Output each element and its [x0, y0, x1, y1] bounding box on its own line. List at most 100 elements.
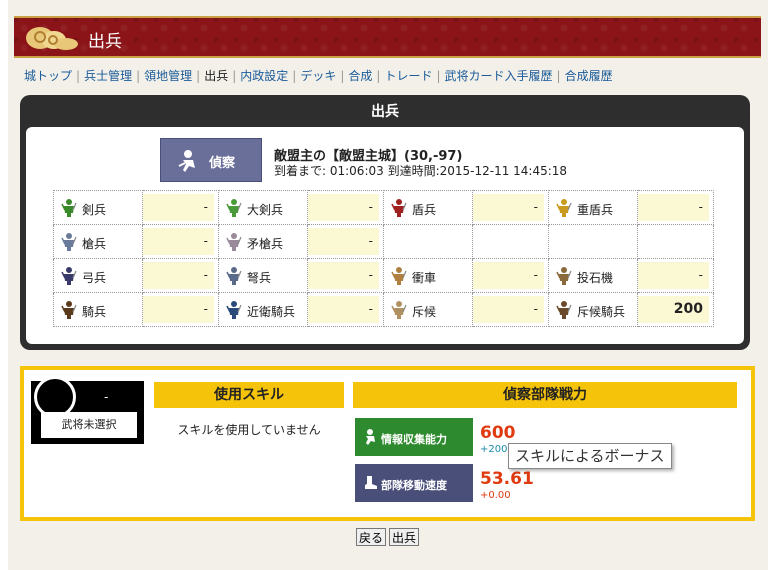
- unit-cell: 斥候: [383, 292, 473, 327]
- unit-cell: 重盾兵: [548, 190, 638, 225]
- empty-cell: [637, 224, 714, 259]
- empty-cell: [548, 224, 638, 259]
- tab-separator: |: [292, 69, 297, 83]
- unit-count-cell: 200: [637, 292, 714, 327]
- tab-separator: |: [556, 69, 561, 83]
- no-skill-text: スキルを使用していません: [177, 423, 321, 437]
- unit-icon: [59, 266, 79, 289]
- scout-mode-button[interactable]: 偵察: [160, 138, 262, 182]
- unit-name: 衝車: [412, 271, 437, 285]
- scout-power-header: 偵察部隊戦力: [353, 382, 737, 408]
- unit-row: 騎兵 - 近衛騎兵 - 斥候 - 斥候騎兵 200: [53, 292, 714, 327]
- tab-item[interactable]: 兵士管理: [84, 69, 132, 83]
- tab-item[interactable]: 内政設定: [240, 69, 288, 83]
- movement-speed-label: 部隊移動速度: [381, 479, 447, 492]
- unit-cell: 大剣兵: [218, 190, 308, 225]
- header-banner: 出兵: [14, 16, 761, 58]
- skill-header: 使用スキル: [154, 382, 344, 408]
- unit-name: 重盾兵: [577, 203, 614, 217]
- empty-cell: [472, 224, 549, 259]
- unit-icon: [224, 198, 244, 221]
- unit-count-cell: -: [637, 258, 714, 293]
- tab-item[interactable]: 合成履歴: [565, 69, 613, 83]
- send-troops-button[interactable]: 出兵: [389, 528, 420, 546]
- tab-item[interactable]: 城トップ: [24, 69, 72, 83]
- unit-count-cell: -: [142, 258, 219, 293]
- unit-table: 剣兵 - 大剣兵 - 盾兵 - 重盾兵 - 槍兵 - 矛槍兵 - 弓兵 - 弩兵 - 衝車 - 投石機 - 騎兵 - 近衛騎…: [53, 190, 714, 327]
- cloud-emblem-icon: [20, 20, 82, 57]
- intel-gathering-label: 情報収集能力: [381, 433, 447, 446]
- unit-count: -: [473, 194, 544, 221]
- unit-count-cell: -: [472, 190, 549, 225]
- tab-separator: |: [376, 69, 381, 83]
- unit-count: -: [308, 228, 379, 255]
- movement-speed-value: 53.61: [480, 469, 534, 489]
- unit-count: -: [638, 194, 709, 221]
- unit-count-cell: -: [142, 190, 219, 225]
- tab-item[interactable]: 合成: [348, 69, 372, 83]
- unit-count-cell: -: [637, 190, 714, 225]
- unit-icon: [59, 232, 79, 255]
- unit-name: 弩兵: [247, 271, 272, 285]
- unit-name: 斥候: [412, 305, 437, 319]
- unit-count: 200: [638, 296, 709, 323]
- tab-separator: |: [436, 69, 441, 83]
- back-button[interactable]: 戻る: [356, 528, 387, 546]
- unit-icon: [389, 300, 409, 323]
- boot-icon: [362, 474, 378, 493]
- tab-item[interactable]: 領地管理: [144, 69, 192, 83]
- unit-count: -: [473, 296, 544, 323]
- tab-separator: |: [340, 69, 345, 83]
- unit-count: -: [143, 262, 214, 289]
- unit-count-cell: -: [472, 292, 549, 327]
- tab-navigation: 城トップ | 兵士管理 | 領地管理 | 出兵 | 内政設定 | デッキ | 合成 | トレード | 武将カード…: [24, 67, 613, 84]
- intel-gathering-button[interactable]: 情報収集能力: [355, 418, 473, 456]
- unit-icon: [224, 300, 244, 323]
- tab-separator: |: [136, 69, 141, 83]
- tab-item[interactable]: 武将カード入手履歴: [445, 69, 553, 83]
- unit-count-cell: -: [307, 292, 384, 327]
- unit-count: -: [308, 262, 379, 289]
- unit-cell: 投石機: [548, 258, 638, 293]
- tab-item[interactable]: トレード: [384, 69, 432, 83]
- unit-cell: 弩兵: [218, 258, 308, 293]
- unit-cell: 騎兵: [53, 292, 143, 327]
- unit-cell: 斥候騎兵: [548, 292, 638, 327]
- unit-icon: [224, 266, 244, 289]
- tab-separator: |: [76, 69, 81, 83]
- unit-count: -: [143, 228, 214, 255]
- tab-separator: |: [196, 69, 201, 83]
- scout-mode-label: 偵察: [209, 156, 236, 171]
- unit-count: -: [473, 262, 544, 289]
- unit-cell: 槍兵: [53, 224, 143, 259]
- general-unselected-label: 武将未選択: [41, 412, 137, 438]
- movement-speed-bonus: +0.00: [480, 490, 511, 501]
- unit-row: 弓兵 - 弩兵 - 衝車 - 投石機 -: [53, 258, 714, 293]
- unit-name: 投石機: [577, 271, 614, 285]
- unit-name: 斥候騎兵: [577, 305, 626, 319]
- page-title: 出兵: [88, 32, 122, 52]
- unit-name: 槍兵: [82, 237, 107, 251]
- movement-speed-button[interactable]: 部隊移動速度: [355, 464, 473, 502]
- intel-gathering-bonus: +200: [480, 444, 508, 455]
- unit-count: -: [308, 194, 379, 221]
- unit-icon: [59, 198, 79, 221]
- unit-count: -: [143, 296, 214, 323]
- unit-name: 盾兵: [412, 203, 437, 217]
- panel-title: 出兵: [371, 104, 399, 120]
- intel-gathering-value: 600: [480, 423, 516, 443]
- unit-icon: [389, 198, 409, 221]
- unit-name: 大剣兵: [247, 203, 284, 217]
- unit-count: -: [638, 262, 709, 289]
- tab-item: 出兵: [204, 69, 229, 83]
- unit-name: 騎兵: [82, 305, 107, 319]
- unit-count-cell: -: [142, 292, 219, 327]
- unit-cell: 矛槍兵: [218, 224, 308, 259]
- unit-name: 矛槍兵: [247, 237, 284, 251]
- scout-icon: [362, 428, 378, 449]
- unit-cell: 剣兵: [53, 190, 143, 225]
- unit-icon: [224, 232, 244, 255]
- tab-separator: |: [232, 69, 237, 83]
- unit-name: 近衛騎兵: [247, 305, 296, 319]
- tab-item[interactable]: デッキ: [300, 69, 336, 83]
